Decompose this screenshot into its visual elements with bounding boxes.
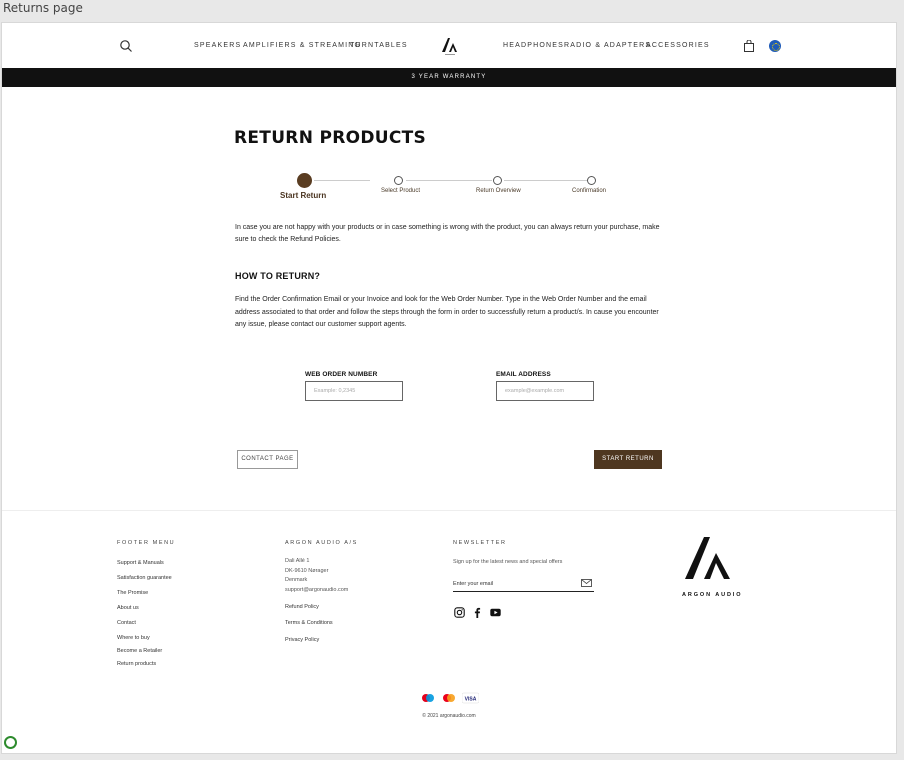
argon-audio-logo-icon bbox=[685, 537, 730, 579]
page-title: RETURN PRODUCTS bbox=[234, 128, 427, 148]
order-number-input[interactable] bbox=[305, 381, 403, 401]
maestro-icon bbox=[422, 694, 434, 702]
company-heading: ARGON AUDIO A/S bbox=[285, 540, 358, 546]
order-number-label: WEB ORDER NUMBER bbox=[305, 371, 378, 378]
footer-link-refund-policy[interactable]: Refund Policy bbox=[285, 604, 319, 610]
return-progress-steps: Start Return Select Product Return Overv… bbox=[234, 171, 674, 201]
start-return-button[interactable]: START RETURN bbox=[594, 450, 662, 469]
address-line: Dali Allé 1 bbox=[285, 558, 310, 564]
window-title: Returns page bbox=[3, 1, 83, 15]
footer-link-contact[interactable]: Contact bbox=[117, 620, 136, 626]
support-email-link[interactable]: support@argonaudio.com bbox=[285, 587, 348, 593]
returns-page: Speakers Amplifiers & Streaming Turntabl… bbox=[1, 22, 897, 754]
nav-radio-adapters[interactable]: Radio & Adapters bbox=[564, 42, 651, 49]
step-dot-overview bbox=[493, 176, 502, 185]
newsletter-heading: NEWSLETTER bbox=[453, 540, 507, 546]
argon-audio-brand-logo: ARGON AUDIO bbox=[682, 535, 743, 598]
footer-link-where-to-buy[interactable]: Where to buy bbox=[117, 635, 150, 641]
step-label-start: Start Return bbox=[280, 191, 327, 200]
step-connector bbox=[314, 180, 370, 181]
argon-logo-icon[interactable] bbox=[439, 35, 461, 57]
step-connector bbox=[406, 180, 492, 181]
footer-menu-heading: FOOTER MENU bbox=[117, 540, 176, 546]
nav-accessories[interactable]: Accessories bbox=[646, 42, 710, 49]
warranty-banner: 3 YEAR WARRANTY bbox=[2, 68, 896, 87]
search-icon[interactable] bbox=[119, 39, 133, 53]
footer-link-terms[interactable]: Terms & Conditions bbox=[285, 620, 333, 626]
footer-link-support[interactable]: Support & Manuals bbox=[117, 560, 164, 566]
step-label-overview: Return Overview bbox=[476, 188, 521, 194]
mastercard-icon bbox=[443, 694, 455, 702]
copyright: © 2021 argonaudio.com bbox=[422, 713, 476, 719]
footer-link-satisfaction[interactable]: Satisfaction guarantee bbox=[117, 575, 172, 581]
language-flag-icon[interactable] bbox=[769, 40, 781, 52]
accessibility-badge-icon[interactable] bbox=[4, 736, 17, 749]
cart-icon[interactable] bbox=[743, 40, 755, 52]
email-input[interactable] bbox=[496, 381, 594, 401]
footer-link-about[interactable]: About us bbox=[117, 605, 139, 611]
footer-link-retailer[interactable]: Become a Retailer bbox=[117, 648, 162, 654]
step-label-confirmation: Confirmation bbox=[572, 188, 607, 194]
step-connector bbox=[504, 180, 590, 181]
facebook-icon[interactable] bbox=[472, 607, 483, 618]
step-dot-confirmation bbox=[587, 176, 596, 185]
nav-speakers[interactable]: Speakers bbox=[194, 42, 241, 49]
youtube-icon[interactable] bbox=[490, 607, 501, 618]
contact-page-button[interactable]: CONTACT PAGE bbox=[237, 450, 298, 469]
newsletter-text: Sign up for the latest news and special … bbox=[453, 559, 563, 565]
how-to-return-heading: HOW TO RETURN? bbox=[235, 271, 321, 281]
how-to-return-text: Find the Order Confirmation Email or you… bbox=[235, 296, 659, 328]
nav-turntables[interactable]: Turntables bbox=[350, 42, 408, 49]
email-label: EMAIL ADDRESS bbox=[496, 371, 551, 378]
step-dot-start bbox=[297, 173, 312, 188]
nav-amplifiers-streaming[interactable]: Amplifiers & Streaming bbox=[243, 42, 361, 49]
instagram-icon[interactable] bbox=[454, 607, 465, 618]
visa-icon: VISA bbox=[462, 692, 479, 704]
newsletter-email-input[interactable]: Enter your email bbox=[453, 578, 594, 592]
site-header: Speakers Amplifiers & Streaming Turntabl… bbox=[2, 23, 896, 68]
brand-name: ARGON AUDIO bbox=[682, 592, 743, 598]
mail-submit-icon[interactable] bbox=[581, 579, 592, 587]
footer-divider bbox=[2, 510, 896, 511]
visa-text: VISA bbox=[465, 697, 477, 703]
step-dot-select bbox=[394, 176, 403, 185]
address-line: DK-9610 Nørager bbox=[285, 568, 329, 574]
nav-headphones[interactable]: Headphones bbox=[503, 42, 564, 49]
step-label-select: Select Product bbox=[381, 188, 421, 194]
footer-link-return-products[interactable]: Return products bbox=[117, 661, 156, 667]
address-line: Denmark bbox=[285, 577, 308, 583]
footer-link-privacy[interactable]: Privacy Policy bbox=[285, 637, 319, 643]
intro-text: In case you are not happy with your prod… bbox=[235, 224, 660, 243]
footer-link-promise[interactable]: The Promise bbox=[117, 590, 148, 596]
